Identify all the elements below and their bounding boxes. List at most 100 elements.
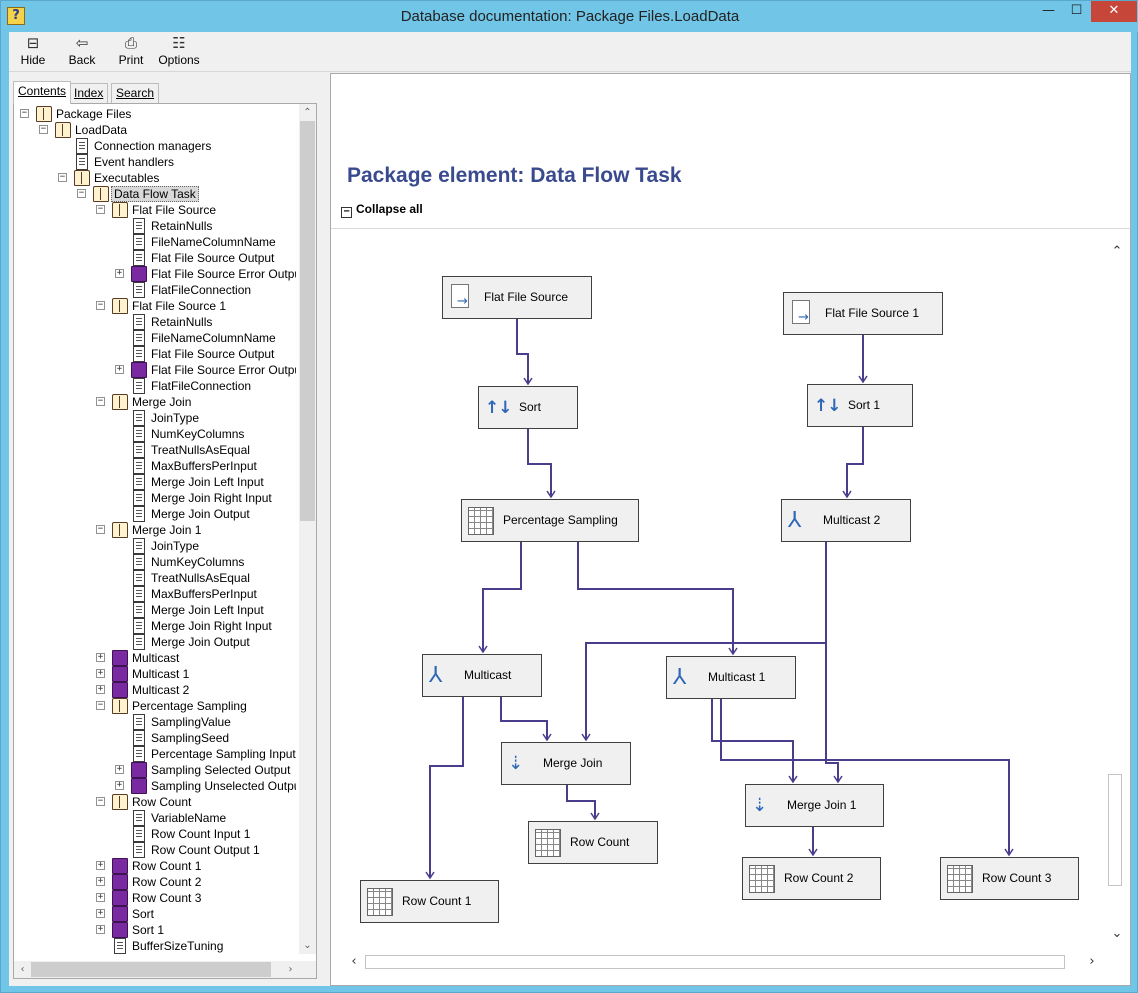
scroll-down-icon[interactable]: ⌄ [299,937,316,954]
collapse-node-icon[interactable]: − [20,109,29,118]
collapse-node-icon[interactable]: − [96,525,105,534]
tree-node-label: FlatFileConnection [151,379,252,393]
tab-index[interactable]: Index [69,83,109,103]
expand-node-icon[interactable]: + [96,861,105,870]
component-ffs[interactable]: Flat File Source [442,276,592,319]
scroll-right-icon[interactable]: › [282,961,299,978]
page-icon [133,410,145,426]
page-icon [114,938,126,954]
window-title: Database documentation: Package Files.Lo… [400,8,740,25]
expand-node-icon[interactable]: + [115,269,124,278]
page-icon [133,378,145,394]
tab-contents-label: Contents [18,84,67,98]
row-count-icon [749,865,775,893]
component-mc2[interactable]: ⅄ Multicast 2 [781,499,911,542]
page-icon [133,282,145,298]
client-area: ⊟ Hide ⇦ Back ⎙ Print ☷ Options Contents… [9,32,1131,986]
connector-mc-to-rc1 [429,697,464,878]
page-icon [133,618,145,634]
back-button[interactable]: ⇦ Back [58,34,106,70]
tree-node-label: NumKeyColumns [151,427,245,441]
tree-node-label: Sampling Selected Output [151,763,291,777]
book-open-icon [112,394,128,410]
tree-node-label: Sampling Unselected Output [151,779,296,793]
scroll-left-icon[interactable]: ‹ [14,961,31,978]
tree-node-label: Data Flow Task [111,186,199,202]
tree-node-label: Connection managers [94,139,212,153]
tree-node-label: Flat File Source 1 [132,299,227,313]
tree-vertical-scrollbar[interactable]: ⌃ ⌄ [299,104,316,954]
tree-horizontal-scrollbar[interactable]: ‹ › [14,961,316,978]
hide-button[interactable]: ⊟ Hide [9,34,57,70]
component-label: Multicast 2 [823,513,881,527]
diagram-horizontal-scrollbar[interactable]: ‹ › [347,954,1107,970]
diagram-scroll-right-icon[interactable]: › [1085,954,1099,970]
component-sort[interactable]: ↑↓ Sort [478,386,578,429]
expand-node-icon[interactable]: + [96,669,105,678]
component-label: Flat File Source [484,290,569,304]
tree-node-label: FileNameColumnName [151,331,276,345]
connector-mc-to-mj [500,697,548,740]
component-rc2[interactable]: Row Count 2 [742,857,881,900]
scroll-up-icon[interactable]: ⌃ [299,104,316,121]
tree-node-label: Executables [94,171,160,185]
options-button[interactable]: ☷ Options [155,34,203,70]
collapse-node-icon[interactable]: − [96,797,105,806]
page-icon [133,746,145,762]
tab-search[interactable]: Search [111,83,160,103]
tree-vertical-scroll-thumb[interactable] [300,121,315,521]
component-mc1[interactable]: ⅄ Multicast 1 [666,656,796,699]
tree-node-label: Flat File Source Output [151,251,275,265]
component-rc1[interactable]: Row Count 1 [360,880,499,923]
book-open-icon [112,522,128,538]
component-mj[interactable]: ⇣ Merge Join [501,742,631,785]
print-button[interactable]: ⎙ Print [107,34,155,70]
expand-node-icon[interactable]: + [96,653,105,662]
tree-node-label: Multicast [132,651,180,665]
book-open-icon [36,106,52,122]
component-rc[interactable]: Row Count [528,821,658,864]
expand-node-icon[interactable]: + [96,685,105,694]
close-button[interactable]: ✕ [1091,1,1137,22]
collapse-node-icon[interactable]: − [77,189,86,198]
tab-contents[interactable]: Contents [13,81,72,104]
diagram-scroll-down-icon[interactable]: ⌄ [1110,926,1124,942]
pane-splitter[interactable] [323,73,330,986]
maximize-button[interactable]: ☐ [1063,1,1090,22]
collapse-all-link[interactable]: − Collapse all [341,202,423,218]
tree-node-label: Percentage Sampling [132,699,247,713]
collapse-node-icon[interactable]: − [96,701,105,710]
page-icon [133,586,145,602]
component-ffs1[interactable]: Flat File Source 1 [783,292,943,335]
collapse-node-icon[interactable]: − [58,173,67,182]
diagram-scroll-up-icon[interactable]: ⌃ [1110,244,1124,260]
topic-pane: Package element: Data Flow Task − Collaps… [330,73,1131,986]
expand-node-icon[interactable]: + [96,909,105,918]
expand-node-icon[interactable]: + [115,365,124,374]
component-sort1[interactable]: ↑↓ Sort 1 [807,384,913,427]
page-title: Package element: Data Flow Task [347,164,682,187]
component-mc[interactable]: ⅄ Multicast [422,654,542,697]
help-window: ? Database documentation: Package Files.… [0,0,1138,993]
collapse-node-icon[interactable]: − [96,205,105,214]
tree-horizontal-scroll-thumb[interactable] [31,962,271,977]
tree-node-label: Merge Join Right Input [151,491,272,505]
component-mj1[interactable]: ⇣ Merge Join 1 [745,784,884,827]
expand-node-icon[interactable]: + [96,893,105,902]
tree-node-label: Row Count 2 [132,875,202,889]
diagram-horizontal-scroll-thumb[interactable] [365,955,1065,969]
expand-node-icon[interactable]: + [115,765,124,774]
expand-node-icon[interactable]: + [96,877,105,886]
expand-node-icon[interactable]: + [115,781,124,790]
tree-node-label: SamplingSeed [151,731,230,745]
collapse-node-icon[interactable]: − [96,397,105,406]
collapse-node-icon[interactable]: − [39,125,48,134]
diagram-vertical-scroll-thumb[interactable] [1108,774,1122,886]
expand-node-icon[interactable]: + [96,925,105,934]
collapse-node-icon[interactable]: − [96,301,105,310]
page-icon [133,346,145,362]
minimize-button[interactable]: — [1035,1,1062,22]
diagram-scroll-left-icon[interactable]: ‹ [347,954,361,970]
component-psamp[interactable]: Percentage Sampling [461,499,639,542]
component-rc3[interactable]: Row Count 3 [940,857,1079,900]
